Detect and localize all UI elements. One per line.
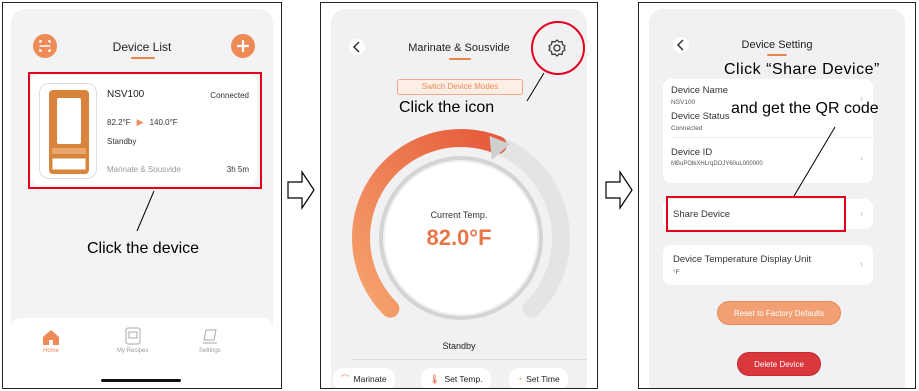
step-3-panel: Device Setting Device Name NSV100 › Devi…: [638, 2, 916, 389]
set-temp-button[interactable]: 🌡 Set Temp.: [421, 368, 491, 388]
divider: [351, 359, 587, 360]
device-setting-screen: Device Setting Device Name NSV100 › Devi…: [649, 9, 905, 388]
device-state: Standby: [442, 341, 476, 351]
set-time-button[interactable]: ◔ Set Time: [509, 368, 568, 388]
home-indicator: [101, 379, 181, 382]
chevron-right-icon: ›: [860, 259, 863, 269]
recipes-icon: [125, 327, 141, 345]
temp-value: 82.0°F: [426, 225, 492, 250]
step-3-annotation-line-2: and get the QR code: [731, 100, 879, 117]
reset-factory-button[interactable]: Reset to Factory Defaults: [717, 301, 841, 325]
temp-unit-value: °F: [673, 269, 680, 276]
device-mode-screen: Marinate & Sousvide Switch Device Modes …: [331, 9, 587, 388]
step-1-panel: Device List NSV100 Connected 82.2°F ▶ 14…: [2, 2, 282, 389]
temp-label: Current Temp.: [430, 210, 488, 220]
settings-icon: [202, 329, 217, 344]
marinate-icon: ⌒: [341, 374, 350, 384]
step-2-annotation: Click the icon: [399, 99, 495, 116]
temp-unit-row[interactable]: Device Temperature Display Unit °F ›: [663, 245, 873, 285]
bottom-nav: Home My Recipes Settings: [11, 318, 273, 388]
nav-home[interactable]: Home: [41, 328, 61, 354]
marinate-button[interactable]: ⌒ Marinate: [333, 368, 395, 388]
nav-recipes[interactable]: My Recipes: [117, 326, 148, 354]
step-2-panel: Marinate & Sousvide Switch Device Modes …: [320, 2, 598, 389]
arrow-right-icon: [604, 170, 634, 215]
nav-settings[interactable]: Settings: [199, 326, 221, 354]
delete-device-button[interactable]: Delete Device: [737, 352, 821, 376]
clock-icon: ◔: [517, 374, 523, 384]
device-list-screen: Device List NSV100 Connected 82.2°F ▶ 14…: [11, 9, 273, 388]
arrow-right-icon: [286, 170, 316, 215]
home-icon: [43, 330, 59, 345]
step-1-annotation: Click the device: [87, 240, 200, 257]
temp-unit-label: Device Temperature Display Unit: [673, 254, 812, 265]
switch-modes-button[interactable]: Switch Device Modes: [397, 79, 523, 95]
thermometer-icon: 🌡: [429, 373, 441, 384]
step-3-annotation-line-1: Click “Share Device”: [724, 61, 880, 78]
